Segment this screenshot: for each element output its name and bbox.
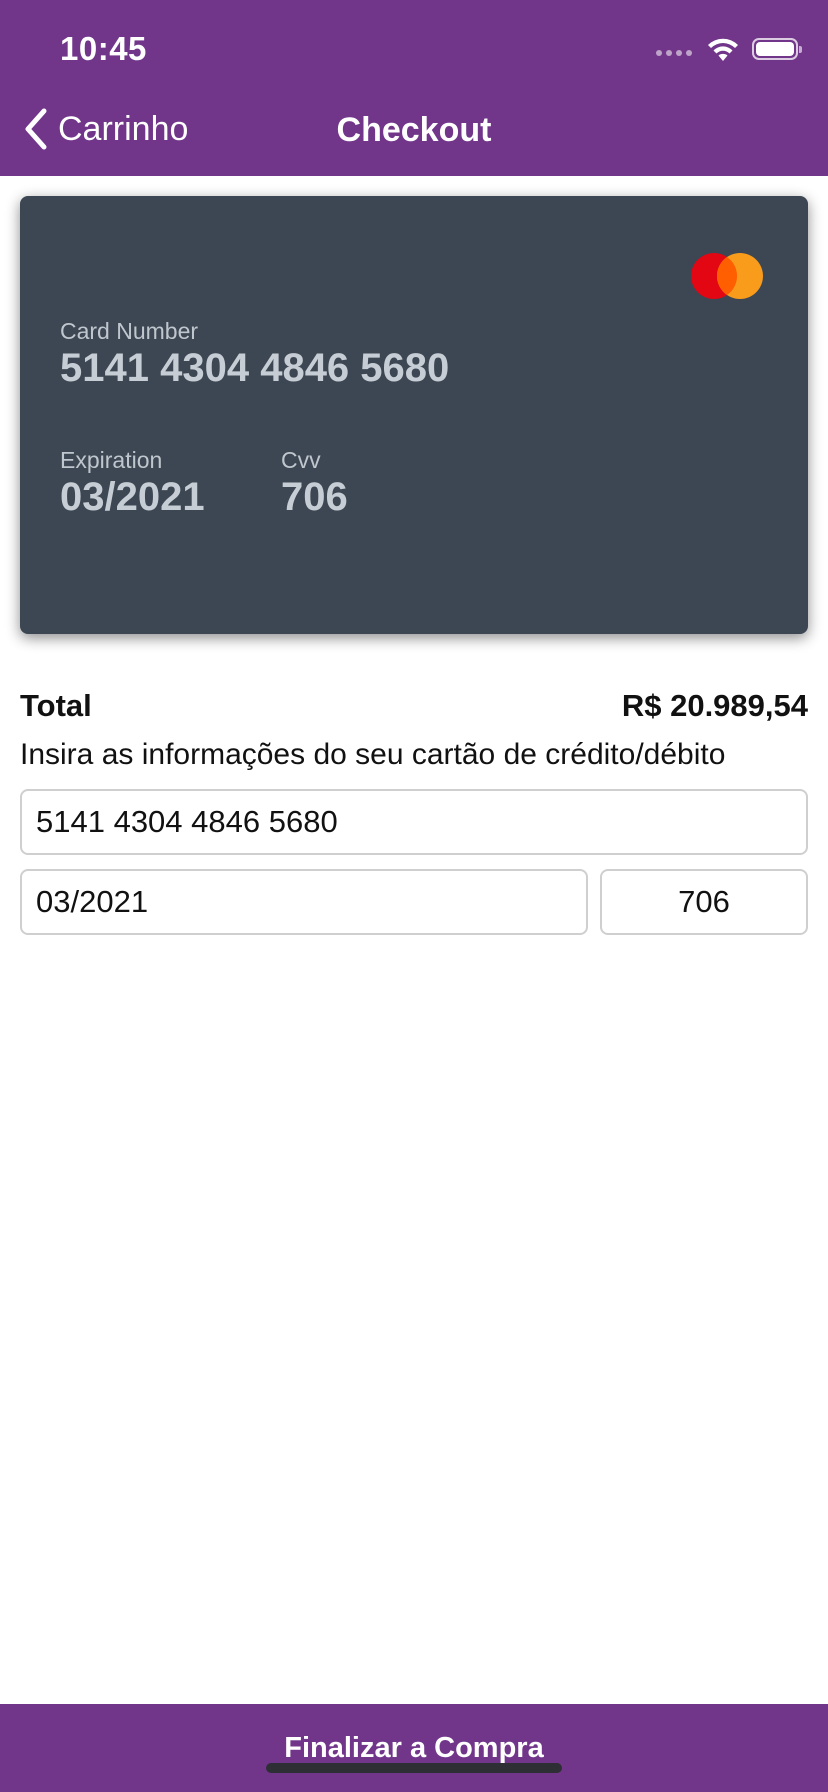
cvv-input[interactable] bbox=[600, 869, 808, 935]
credit-card-preview: Card Number 5141 4304 4846 5680 Expirati… bbox=[20, 196, 808, 634]
finish-purchase-button[interactable]: Finalizar a Compra bbox=[0, 1704, 828, 1792]
total-label: Total bbox=[20, 688, 92, 723]
card-expiration-value: 03/2021 bbox=[60, 475, 205, 519]
status-bar-time: 10:45 bbox=[60, 30, 147, 67]
home-indicator bbox=[266, 1763, 562, 1773]
navigation-header: 10:45 Carrinho Checkout bbox=[0, 0, 828, 176]
finish-purchase-label: Finalizar a Compra bbox=[284, 1732, 544, 1764]
back-button[interactable]: Carrinho bbox=[24, 108, 188, 150]
total-value: R$ 20.989,54 bbox=[621, 688, 808, 723]
mastercard-icon bbox=[691, 253, 763, 299]
status-bar-indicators bbox=[656, 36, 802, 62]
card-number-value: 5141 4304 4846 5680 bbox=[60, 346, 450, 390]
cellular-signal-icon bbox=[656, 50, 692, 56]
card-cvv-value: 706 bbox=[281, 475, 348, 519]
card-number-label: Card Number bbox=[60, 318, 199, 344]
wifi-icon bbox=[708, 38, 738, 61]
back-button-label: Carrinho bbox=[58, 109, 189, 148]
battery-icon bbox=[752, 38, 802, 60]
card-cvv-label: Cvv bbox=[281, 447, 321, 473]
card-number-input[interactable] bbox=[20, 789, 808, 855]
form-instructions: Insira as informações do seu cartão de c… bbox=[20, 738, 726, 771]
card-expiration-label: Expiration bbox=[60, 447, 163, 473]
chevron-left-icon bbox=[25, 108, 47, 150]
expiration-input[interactable] bbox=[20, 869, 588, 935]
